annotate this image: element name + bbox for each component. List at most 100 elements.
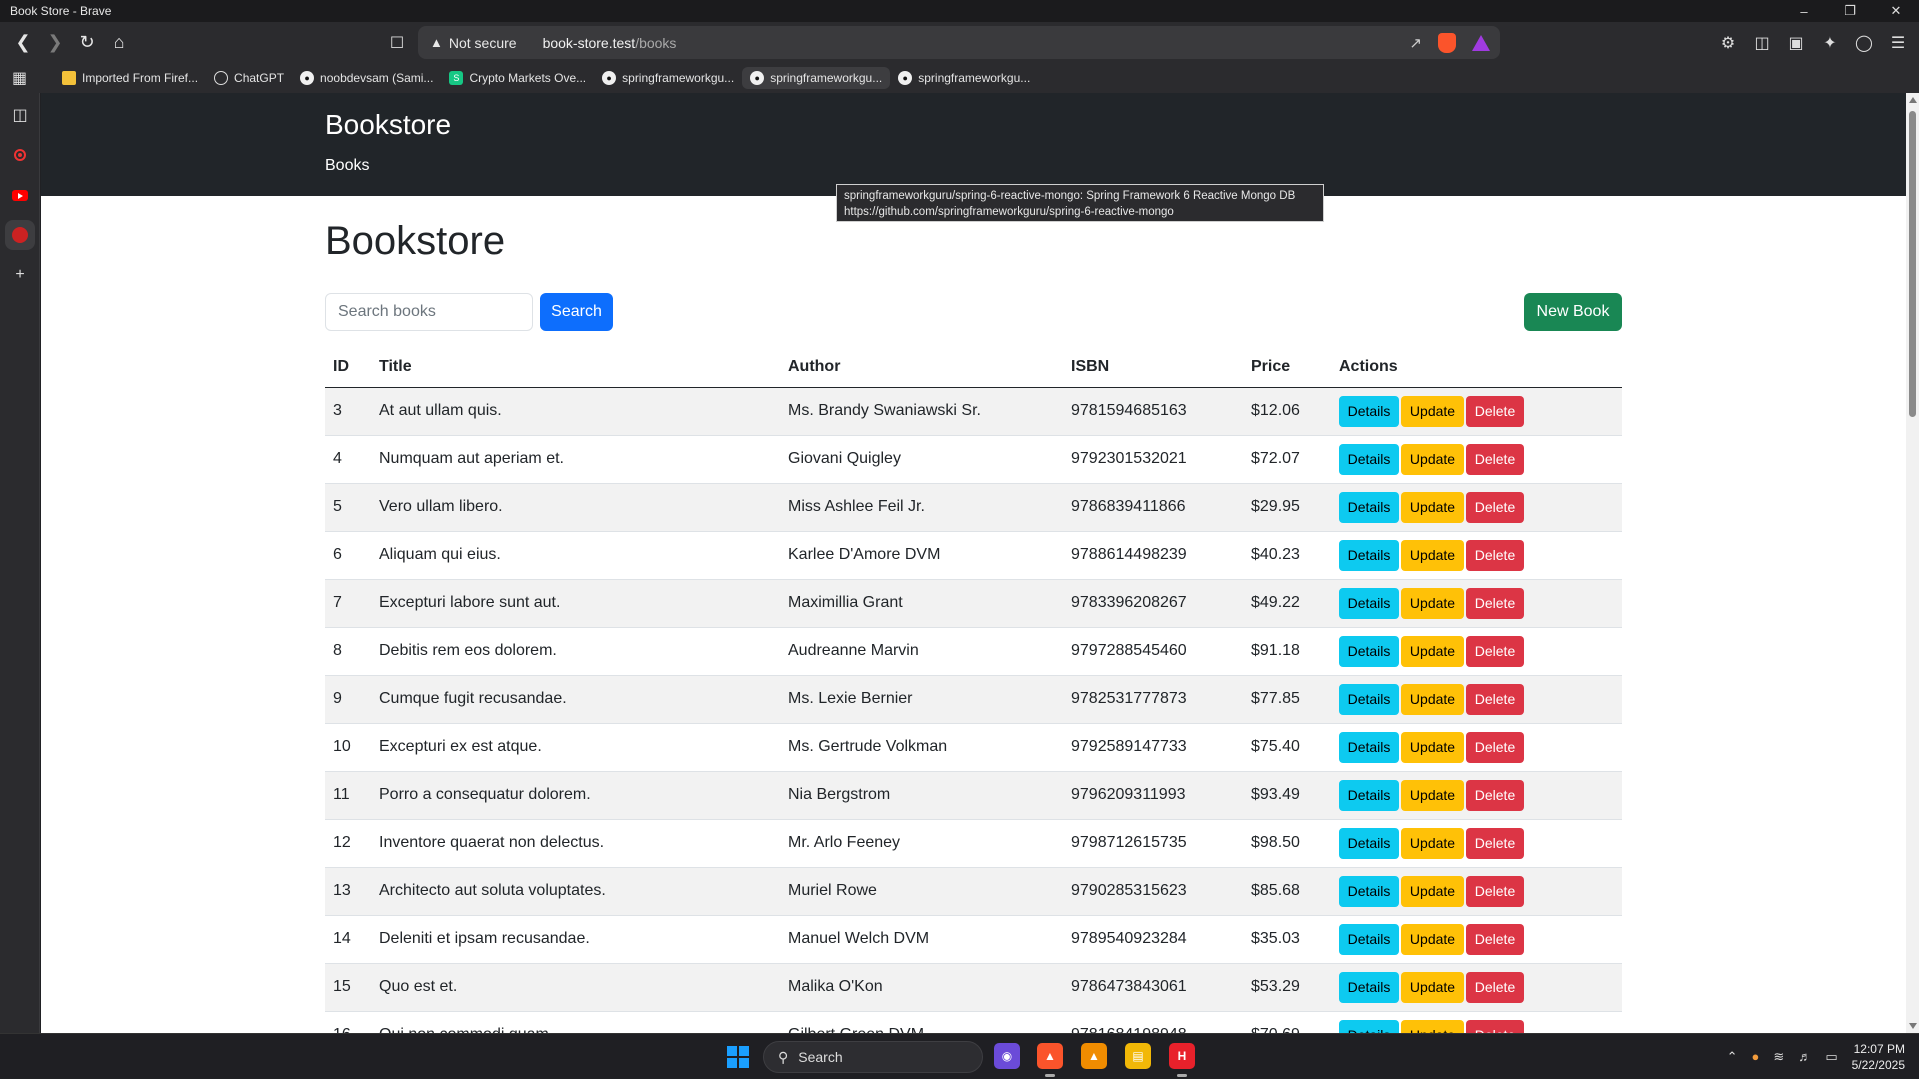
update-button[interactable]: Update: [1401, 635, 1464, 667]
volume-icon[interactable]: ♬: [1798, 1049, 1811, 1064]
page-scrollbar[interactable]: [1906, 93, 1919, 1033]
delete-button[interactable]: Delete: [1466, 923, 1524, 955]
details-button[interactable]: Details: [1339, 683, 1399, 715]
bookmark-item[interactable]: ChatGPT: [214, 71, 284, 85]
herd-app-icon[interactable]: H: [1169, 1043, 1195, 1069]
details-button[interactable]: Details: [1339, 539, 1399, 571]
wifi-icon[interactable]: ≋: [1773, 1049, 1784, 1065]
delete-button[interactable]: Delete: [1466, 635, 1524, 667]
bookmark-item[interactable]: ● springframeworkgu...: [898, 71, 1030, 85]
brave-shields-icon[interactable]: [1438, 32, 1456, 53]
pocket-icon[interactable]: [5, 220, 35, 250]
delete-button[interactable]: Delete: [1466, 731, 1524, 763]
navbar-brand[interactable]: Bookstore: [325, 109, 451, 141]
new-book-button[interactable]: New Book: [1524, 293, 1622, 331]
bookmark-item[interactable]: Imported From Firef...: [62, 71, 198, 85]
update-button[interactable]: Update: [1401, 923, 1464, 955]
delete-button[interactable]: Delete: [1466, 443, 1524, 475]
back-icon[interactable]: ❮: [8, 28, 38, 58]
sidebar-panel-icon[interactable]: ◫: [0, 95, 40, 135]
details-button[interactable]: Details: [1339, 443, 1399, 475]
share-icon[interactable]: ↗: [1409, 34, 1422, 52]
update-button[interactable]: Update: [1401, 875, 1464, 907]
bookmark-item-hovered[interactable]: ● springframeworkgu...: [742, 67, 891, 89]
update-button[interactable]: Update: [1401, 971, 1464, 1003]
leo-ai-icon[interactable]: ✦: [1819, 32, 1841, 54]
taskbar-search[interactable]: ⚲ Search: [763, 1041, 983, 1073]
details-button[interactable]: Details: [1339, 779, 1399, 811]
menu-icon[interactable]: ☰: [1887, 32, 1909, 54]
windows-start-icon[interactable]: [727, 1046, 749, 1068]
update-button[interactable]: Update: [1401, 539, 1464, 571]
bookmark-item[interactable]: ● noobdevsam (Sami...: [300, 71, 433, 85]
details-button[interactable]: Details: [1339, 587, 1399, 619]
delete-button[interactable]: Delete: [1466, 971, 1524, 1003]
nav-link-books[interactable]: Books: [325, 157, 369, 175]
brave-rewards-icon[interactable]: [1472, 34, 1490, 51]
youtube-icon[interactable]: [0, 175, 40, 215]
vlc-app-icon[interactable]: ▲: [1081, 1043, 1107, 1069]
reload-icon[interactable]: ↻: [72, 28, 102, 58]
details-button[interactable]: Details: [1339, 827, 1399, 859]
delete-button[interactable]: Delete: [1466, 587, 1524, 619]
delete-button[interactable]: Delete: [1466, 683, 1524, 715]
microphone-icon[interactable]: ●: [1752, 1049, 1760, 1064]
file-explorer-icon[interactable]: ▤: [1125, 1043, 1151, 1069]
scroll-up-icon[interactable]: [1909, 97, 1917, 103]
restore-icon[interactable]: ❐: [1827, 0, 1873, 22]
close-icon[interactable]: ✕: [1873, 0, 1919, 22]
details-button[interactable]: Details: [1339, 1019, 1399, 1033]
update-button[interactable]: Update: [1401, 443, 1464, 475]
brave-app-icon[interactable]: ▲: [1037, 1043, 1063, 1069]
search-input[interactable]: [325, 293, 533, 331]
tray-overflow-icon[interactable]: ⌃: [1727, 1049, 1738, 1065]
update-button[interactable]: Update: [1401, 827, 1464, 859]
bookmark-icon[interactable]: ☐: [382, 28, 412, 58]
cell-actions: DetailsUpdateDelete: [1331, 723, 1622, 772]
record-icon[interactable]: [0, 135, 40, 175]
details-button[interactable]: Details: [1339, 971, 1399, 1003]
scrollbar-thumb[interactable]: [1909, 111, 1916, 417]
add-panel-icon[interactable]: +: [0, 255, 40, 295]
extensions-icon[interactable]: ⚙: [1717, 32, 1739, 54]
chatgpt-icon: [214, 71, 229, 85]
delete-button[interactable]: Delete: [1466, 395, 1524, 427]
details-button[interactable]: Details: [1339, 875, 1399, 907]
details-button[interactable]: Details: [1339, 635, 1399, 667]
update-button[interactable]: Update: [1401, 731, 1464, 763]
update-button[interactable]: Update: [1401, 395, 1464, 427]
home-icon[interactable]: ⌂: [104, 28, 134, 58]
search-button[interactable]: Search: [540, 293, 613, 331]
vpn-icon[interactable]: ◯: [1853, 32, 1875, 54]
battery-icon[interactable]: ▭: [1825, 1049, 1837, 1065]
bookmark-item[interactable]: ● springframeworkgu...: [602, 71, 734, 85]
delete-button[interactable]: Delete: [1466, 779, 1524, 811]
scroll-down-icon[interactable]: [1909, 1023, 1917, 1029]
apps-grid-icon[interactable]: ▦: [12, 68, 42, 88]
forward-icon[interactable]: ❯: [40, 28, 70, 58]
delete-button[interactable]: Delete: [1466, 491, 1524, 523]
delete-button[interactable]: Delete: [1466, 875, 1524, 907]
details-button[interactable]: Details: [1339, 731, 1399, 763]
cell-isbn: 9782531777873: [1063, 675, 1243, 724]
copilot-app-icon[interactable]: ◉: [994, 1043, 1020, 1069]
bookmark-item[interactable]: S Crypto Markets Ove...: [449, 71, 586, 85]
sidebar-toggle-icon[interactable]: ◫: [1751, 32, 1773, 54]
wallet-icon[interactable]: ▣: [1785, 32, 1807, 54]
delete-button[interactable]: Delete: [1466, 539, 1524, 571]
security-label[interactable]: Not secure: [449, 35, 517, 51]
update-button[interactable]: Update: [1401, 491, 1464, 523]
details-button[interactable]: Details: [1339, 395, 1399, 427]
column-header-isbn: ISBN: [1063, 347, 1243, 388]
update-button[interactable]: Update: [1401, 587, 1464, 619]
update-button[interactable]: Update: [1401, 1019, 1464, 1033]
address-bar[interactable]: ▲ Not secure book-store.test/books ↗: [418, 26, 1500, 59]
minimize-icon[interactable]: –: [1781, 0, 1827, 22]
update-button[interactable]: Update: [1401, 779, 1464, 811]
delete-button[interactable]: Delete: [1466, 1019, 1524, 1033]
delete-button[interactable]: Delete: [1466, 827, 1524, 859]
taskbar-clock[interactable]: 12:07 PM 5/22/2025: [1852, 1041, 1905, 1073]
update-button[interactable]: Update: [1401, 683, 1464, 715]
details-button[interactable]: Details: [1339, 491, 1399, 523]
details-button[interactable]: Details: [1339, 923, 1399, 955]
